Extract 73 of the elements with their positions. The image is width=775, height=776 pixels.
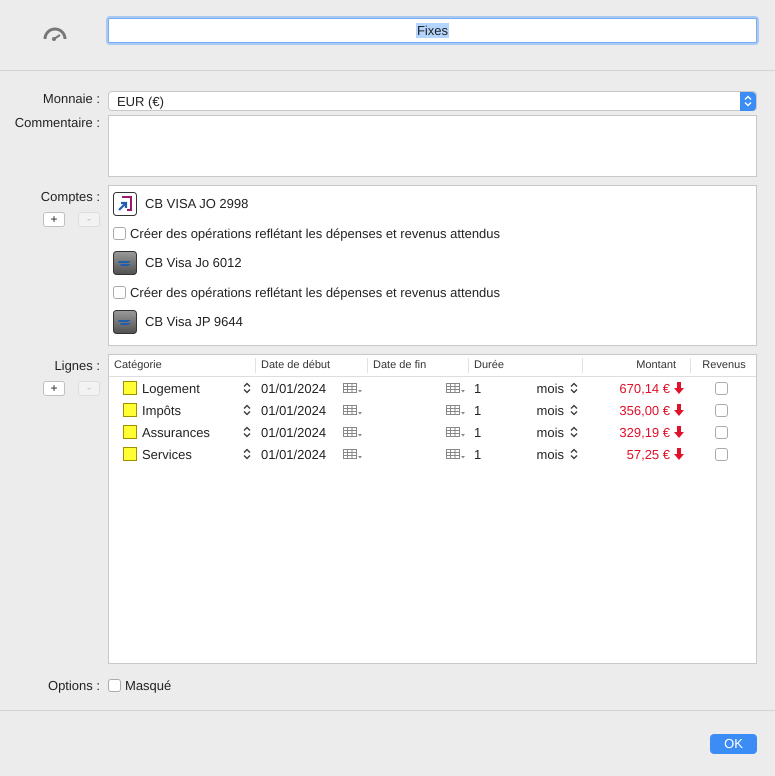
column-header[interactable]: Date de début [255, 358, 367, 373]
down-arrow-icon [674, 426, 684, 438]
column-header[interactable]: Durée [468, 358, 582, 373]
calendar-grid-icon[interactable] [446, 448, 466, 460]
down-arrow-icon [674, 404, 684, 416]
category-name: Logement [142, 380, 201, 396]
column-header[interactable]: Revenus [690, 358, 752, 373]
duration-unit[interactable]: mois [536, 446, 564, 462]
amount-value: 670,14 € [619, 380, 670, 396]
calendar-grid-icon[interactable] [343, 448, 363, 460]
calendar-grid-icon[interactable] [446, 404, 466, 416]
amount-value: 329,19 € [619, 424, 670, 440]
start-date[interactable]: 01/01/2024 [261, 402, 326, 418]
currency-label: Monnaie : [42, 91, 100, 108]
comment-label: Commentaire : [14, 115, 100, 132]
currency-dropdown[interactable]: EUR (€) [108, 91, 757, 111]
category-name: Impôts [142, 402, 182, 418]
checkbox[interactable] [113, 226, 126, 240]
accounts-label: Comptes : [40, 189, 100, 204]
options-label: Options : [48, 678, 100, 693]
bank-logo-icon [113, 310, 137, 334]
account-name: CB Visa JP 9644 [145, 314, 243, 329]
stepper-icon[interactable] [243, 426, 251, 438]
stepper-icon[interactable] [570, 382, 578, 394]
checkbox[interactable] [714, 448, 728, 460]
calendar-grid-icon[interactable] [446, 426, 466, 438]
amount-value: 57,25 € [626, 446, 670, 462]
calendar-grid-icon[interactable] [446, 382, 466, 394]
duration-unit[interactable]: mois [536, 424, 564, 440]
stepper-icon[interactable] [243, 448, 251, 460]
checkbox-label: Masqué [125, 678, 172, 693]
checkbox-label: Créer des opérations reflétant les dépenses et revenus attendus [130, 284, 500, 300]
account-name: CB Visa Jo 6012 [145, 255, 242, 270]
stepper-icon[interactable] [570, 426, 578, 438]
calendar-grid-icon[interactable] [343, 404, 363, 416]
stepper-icon[interactable] [570, 448, 578, 460]
category-name: Assurances [142, 424, 211, 440]
checkbox-label: Créer des opérations reflétant les dépenses et revenus attendus [130, 226, 500, 240]
comment-field[interactable] [108, 115, 757, 177]
stepper-icon [744, 95, 752, 107]
down-arrow-icon [674, 382, 684, 394]
duration-value[interactable]: 1 [474, 446, 482, 462]
add-button[interactable]: + [43, 381, 65, 396]
stepper-icon[interactable] [243, 382, 251, 394]
duration-unit[interactable]: mois [536, 402, 564, 418]
calendar-grid-icon[interactable] [343, 382, 363, 394]
checkbox[interactable] [108, 679, 121, 692]
arrow-square-icon [113, 192, 137, 216]
calendar-grid-icon[interactable] [343, 426, 363, 438]
duration-value[interactable]: 1 [474, 424, 482, 440]
bank-logo-icon [113, 250, 137, 274]
stepper-icon[interactable] [570, 404, 578, 416]
column-header[interactable]: Date de fin [367, 358, 468, 373]
add-button[interactable]: + [43, 212, 65, 227]
name-field[interactable]: Fixes [108, 18, 757, 42]
start-date[interactable]: 01/01/2024 [261, 380, 326, 396]
duration-value[interactable]: 1 [474, 402, 482, 418]
start-date[interactable]: 01/01/2024 [261, 446, 326, 462]
category-name: Services [142, 446, 193, 462]
account-name: CB VISA JO 2998 [145, 196, 248, 211]
column-header[interactable]: Montant [582, 358, 690, 373]
duration-value[interactable]: 1 [474, 380, 482, 396]
column-header[interactable]: Catégorie [109, 358, 255, 373]
down-arrow-icon [674, 448, 684, 460]
start-date[interactable]: 01/01/2024 [261, 424, 326, 440]
lines-label: Lignes : [54, 358, 100, 373]
checkbox[interactable] [714, 382, 728, 394]
stepper-icon[interactable] [243, 404, 251, 416]
checkbox[interactable] [113, 286, 126, 298]
checkbox[interactable] [714, 404, 728, 416]
duration-unit[interactable]: mois [536, 380, 564, 396]
checkbox[interactable] [714, 426, 728, 438]
amount-value: 356,00 € [619, 402, 670, 418]
